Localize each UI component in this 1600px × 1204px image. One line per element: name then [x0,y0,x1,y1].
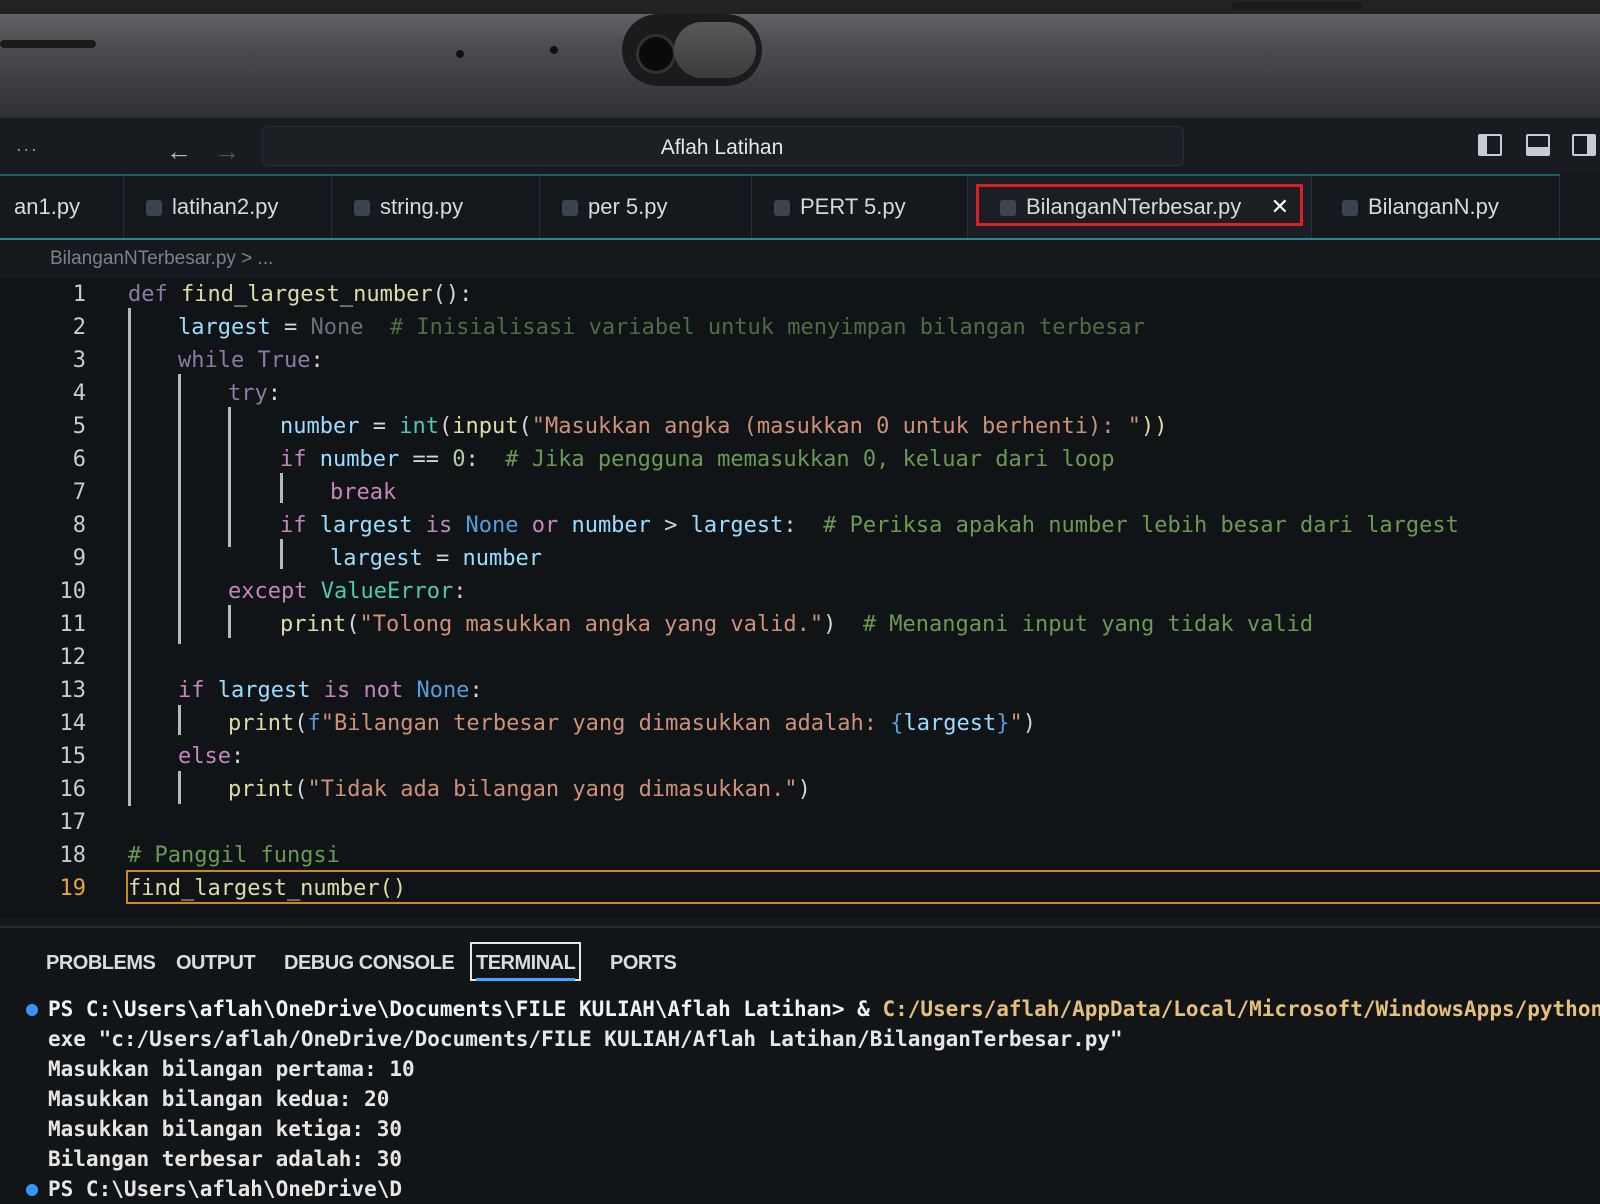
bezel-lip [0,40,96,48]
tab-ports[interactable]: PORTS [610,952,677,975]
code-line: 11 print("Tolong masukkan angka yang vali… [0,608,1600,641]
tab-label: an1.py [14,194,81,219]
webcam-shutter [674,22,756,78]
tab-debug-console[interactable]: DEBUG CONSOLE [284,952,455,975]
line-number: 9 [72,546,86,571]
active-tab-highlight [976,184,1303,226]
window-title: Aflah Latihan [660,136,784,159]
tab-label: PERT 5.py [800,194,906,219]
python-file-icon [562,200,578,217]
webcam-cover [622,14,762,86]
python-file-icon [354,200,370,217]
forward-arrow-icon[interactable]: → [214,136,240,167]
line-number: 7 [72,480,86,505]
tab-an1[interactable]: an1.py [0,174,124,238]
code-line: 7 break [0,476,1600,509]
tab-label: string.py [380,194,464,219]
laptop-bezel [0,0,1600,118]
code-line: 2 largest = None # Inisialisasi variabel … [0,311,1600,344]
code-line: 6 if number == 0: # Jika pengguna memasuk… [0,443,1600,476]
breadcrumb[interactable]: BilanganNTerbesar.py > ... [50,244,273,274]
bezel-sensor [550,46,558,54]
code-editor[interactable]: 1 def find_largest_number(): 2 largest = N… [0,278,1600,918]
toggle-panel-icon[interactable] [1526,134,1550,156]
tab-string[interactable]: string.py [332,174,540,238]
line-number: 15 [59,744,87,769]
code-line: 17 [0,806,1600,839]
line-number: 8 [72,513,86,538]
python-file-icon [146,200,162,217]
code-line-current: 19 find_largest_number() [0,872,1600,905]
webcam-lens [636,34,676,74]
tab-pert-5[interactable]: PERT 5.py [752,174,968,238]
line-number: 1 [72,282,86,307]
close-tab-icon[interactable]: ✕ [1271,176,1289,238]
command-status-dot-icon [26,1184,38,1196]
line-number: 13 [59,678,87,703]
code-line: 9 largest = number [0,542,1600,575]
tab-terminal[interactable]: TERMINAL [470,942,582,981]
line-number: 4 [72,381,86,406]
code-line: 12 [0,641,1600,674]
code-line: 16 print("Tidak ada bilangan yang dimasuk… [0,773,1600,806]
line-number: 6 [72,447,86,472]
code-line: 3 while True: [0,344,1600,377]
toggle-secondary-sidebar-icon[interactable] [1572,134,1596,156]
command-status-dot-icon [26,1004,38,1016]
code-line: 14 print(f"Bilangan terbesar yang dimasuk… [0,707,1600,740]
terminal-line: Masukkan bilangan ketiga: 30 [48,1117,403,1141]
code-line: 1 def find_largest_number(): [0,278,1600,311]
bezel-lip [1232,2,1362,10]
tab-label: per 5.py [588,194,668,219]
editor-tabs: an1.py latihan2.py string.py per 5.py PE… [0,174,1600,240]
tab-problems[interactable]: PROBLEMS [46,952,156,975]
code-line: 10 except ValueError: [0,575,1600,608]
line-number: 10 [59,579,87,604]
terminal-line: PS C:\Users\aflah\OneDrive\Documents\FIL… [48,997,1600,1021]
terminal-line: Masukkan bilangan kedua: 20 [48,1087,390,1111]
tab-bilangan-n-terbesar[interactable]: BilanganNTerbesar.py ✕ [968,174,1312,238]
code-line: 18 # Panggil fungsi [0,839,1600,872]
code-line: 4 try: [0,377,1600,410]
tab-output[interactable]: OUTPUT [176,952,256,975]
terminal-line[interactable]: PS C:\Users\aflah\OneDrive\D [48,1174,1600,1204]
terminal-line: exe "c:/Users/aflah/OneDrive/Documents/F… [48,1027,1123,1051]
line-number: 14 [59,711,87,736]
line-number: 11 [59,612,87,637]
line-number: 16 [59,777,87,802]
line-number: 3 [72,348,86,373]
toggle-primary-sidebar-icon[interactable] [1478,134,1502,156]
tab-bilangan-n[interactable]: BilanganN.py [1312,174,1560,238]
python-file-icon [1342,200,1358,217]
tab-latihan2[interactable]: latihan2.py [124,174,332,238]
python-file-icon [774,200,790,217]
tab-label: latihan2.py [172,194,279,219]
back-arrow-icon[interactable]: ← [166,136,192,167]
bottom-panel: PROBLEMS OUTPUT DEBUG CONSOLE TERMINAL P… [0,926,1600,1203]
more-menu-icon[interactable]: ... [16,134,39,157]
tab-label: BilanganN.py [1368,194,1499,219]
line-number: 17 [59,810,87,835]
code-line: 15 else: [0,740,1600,773]
terminal-line: Bilangan terbesar adalah: 30 [48,1147,403,1171]
line-number: 19 [59,876,87,901]
line-number: 18 [59,843,87,868]
tab-per-5[interactable]: per 5.py [540,174,752,238]
line-number: 12 [59,645,87,670]
code-line: 13 if largest is not None: [0,674,1600,707]
terminal-line: Masukkan bilangan pertama: 10 [48,1057,415,1081]
code-line: 8 if largest is None or number > largest:… [0,509,1600,542]
line-number: 2 [72,315,86,340]
line-number: 5 [72,414,86,439]
bezel-sensor [456,50,464,58]
vscode-window: ... ← → Aflah Latihan an1.py latihan2.py… [0,118,1600,1203]
code-line: 5 number = int(input("Masukkan angka (mas… [0,410,1600,443]
title-bar: ... ← → Aflah Latihan [0,118,1600,174]
